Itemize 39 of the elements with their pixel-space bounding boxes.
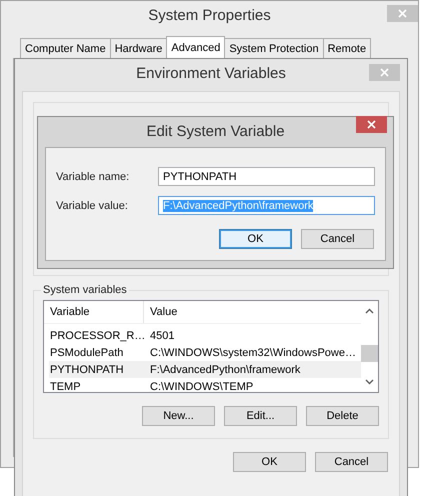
list-action-button[interactable]: New... <box>142 406 215 426</box>
tab[interactable]: Computer Name <box>20 38 111 58</box>
list-row[interactable]: PYTHONPATH F:\AdvancedPython\framework <box>49 361 361 378</box>
variable-name: PROCESSOR_R… <box>49 330 146 342</box>
variable-value: 4501 <box>149 330 174 342</box>
list-row[interactable]: PSModulePath C:\WINDOWS\system32\WindowsPowe… <box>49 344 361 361</box>
dialog-button[interactable]: OK <box>233 452 306 472</box>
dialog-button[interactable]: OK <box>219 229 292 249</box>
close-icon <box>367 120 376 129</box>
dialog-button[interactable]: Cancel <box>315 452 388 472</box>
close-button[interactable] <box>356 116 387 133</box>
variable-value: F:\AdvancedPython\framework <box>149 364 300 376</box>
dialog-button[interactable]: Cancel <box>301 229 374 249</box>
column-header[interactable]: Variable <box>44 301 144 323</box>
variable-name: TEMP <box>49 380 82 392</box>
window-title: System Properties <box>148 7 271 24</box>
list-row[interactable]: TEMP C:\WINDOWS\TEMP <box>49 378 361 395</box>
tab[interactable]: Remote <box>322 38 372 58</box>
list-action-button[interactable]: Delete <box>306 406 379 426</box>
variables-list[interactable]: Variable Value PROCESSOR_R… 4501 PSModulePath C:\WINDOWS\system32\WindowsPowe… PYTHONPATH F:\AdvancedPython\framework TEMP C:\WINDOWS\TEMP <box>43 300 379 393</box>
list-row[interactable]: PROCESSOR_R… 4501 <box>49 327 361 344</box>
list-action-button[interactable]: Edit... <box>224 406 297 426</box>
scrollbar-thumb[interactable] <box>361 345 378 362</box>
close-icon <box>380 68 389 77</box>
field-label: Variable name: <box>56 170 130 182</box>
tab[interactable]: Advanced <box>166 36 226 58</box>
text-field[interactable]: PYTHONPATH <box>158 167 375 186</box>
column-header[interactable]: Value <box>144 301 178 323</box>
variable-value: C:\WINDOWS\TEMP <box>149 380 254 392</box>
field-label: Variable value: <box>56 200 129 212</box>
window-title: Environment Variables <box>136 65 286 82</box>
variable-name: PSModulePath <box>49 346 124 358</box>
scroll-up-icon[interactable] <box>365 308 374 314</box>
scroll-down-icon[interactable] <box>365 379 374 385</box>
close-icon <box>398 9 407 18</box>
group-label: System variables <box>42 284 128 296</box>
dialog-title: Edit System Variable <box>146 123 285 140</box>
variable-value: C:\WINDOWS\system32\WindowsPowe… <box>149 346 356 358</box>
variable-name: PYTHONPATH <box>49 364 125 376</box>
